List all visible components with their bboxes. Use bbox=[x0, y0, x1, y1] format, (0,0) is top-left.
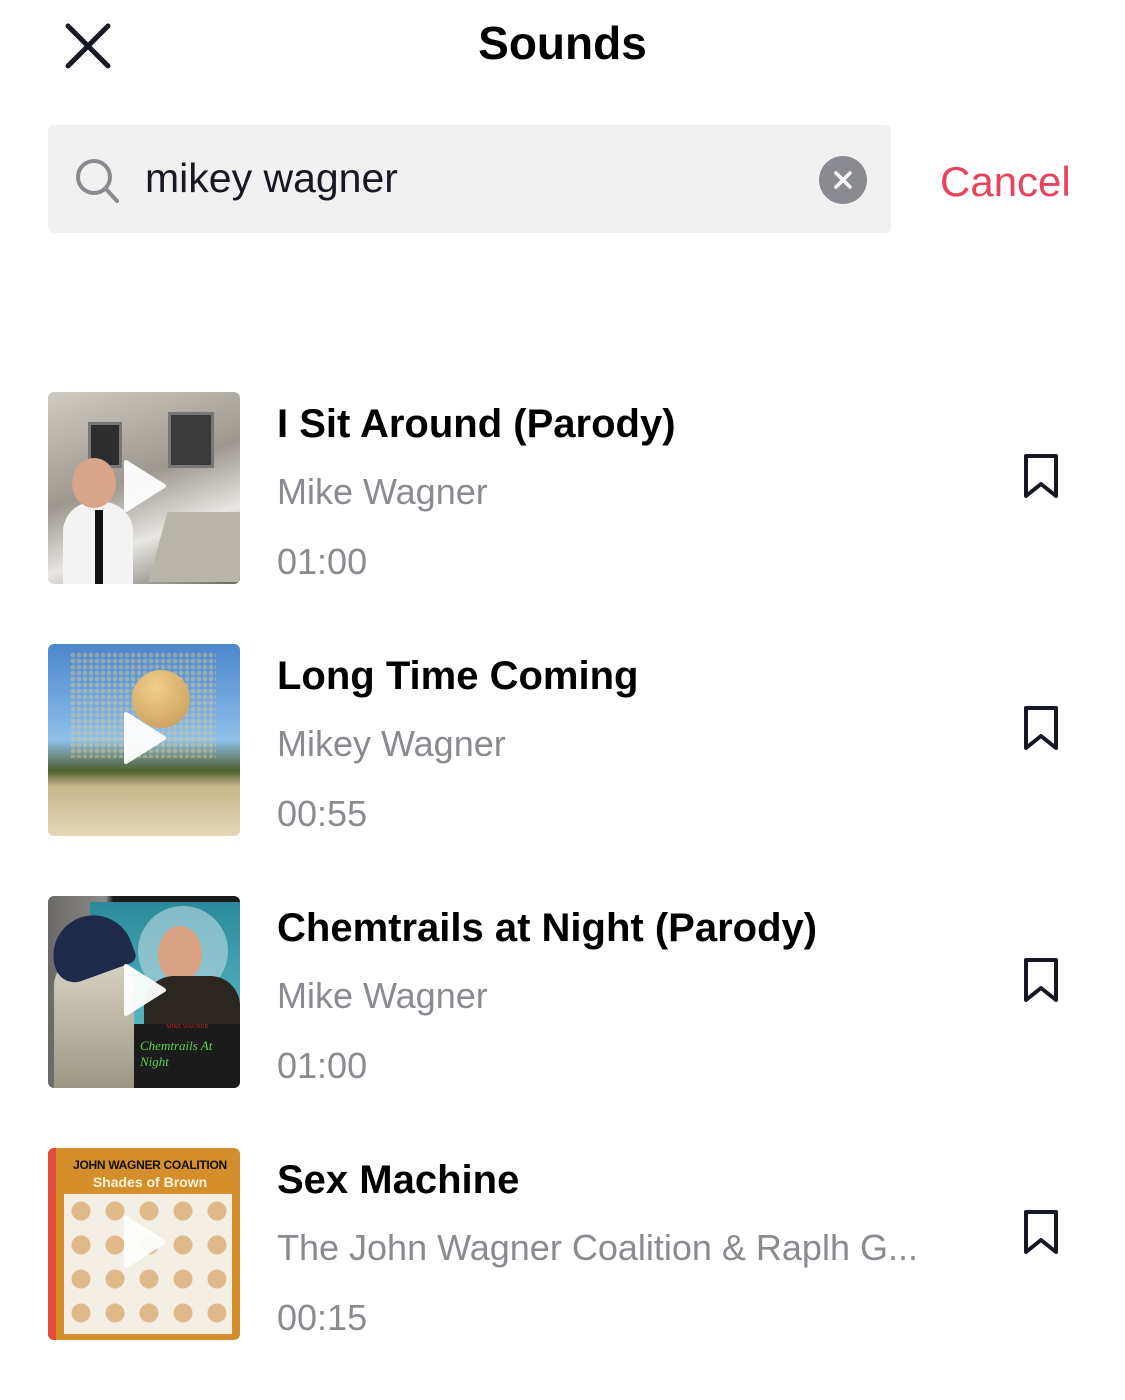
cover-title-text: Shades of Brown bbox=[62, 1174, 238, 1190]
duration: 01:00 bbox=[277, 1045, 367, 1087]
search-icon bbox=[72, 155, 122, 205]
page-title: Sounds bbox=[0, 16, 1125, 70]
clear-icon bbox=[833, 170, 853, 190]
play-icon bbox=[122, 1214, 168, 1270]
search-input[interactable] bbox=[145, 148, 795, 208]
bookmark-button[interactable] bbox=[1020, 1208, 1062, 1258]
play-icon bbox=[122, 710, 168, 766]
artist-name: The John Wagner Coalition & Raplh G... bbox=[277, 1227, 947, 1269]
artist-name: Mikey Wagner bbox=[277, 723, 947, 765]
song-title[interactable]: Sex Machine bbox=[277, 1158, 519, 1203]
sound-results-list: I Sit Around (Parody) Mike Wagner 01:00 … bbox=[0, 392, 1125, 1400]
artist-name: Mike Wagner bbox=[277, 975, 947, 1017]
play-icon bbox=[122, 962, 168, 1018]
cover-artist-text: MIKE WAGNER bbox=[166, 1024, 208, 1030]
cover-thumbnail[interactable]: JOHN WAGNER COALITION Shades of Brown bbox=[48, 1148, 240, 1340]
sound-result-row[interactable]: MIKE WAGNER Chemtrails At Night Chemtrai… bbox=[0, 896, 1125, 1148]
sound-result-row[interactable]: I Sit Around (Parody) Mike Wagner 01:00 bbox=[0, 392, 1125, 644]
cover-thumbnail[interactable] bbox=[48, 644, 240, 836]
cover-artist-text: JOHN WAGNER COALITION bbox=[62, 1158, 238, 1172]
header: Sounds bbox=[0, 0, 1125, 92]
duration: 01:00 bbox=[277, 541, 367, 583]
song-title[interactable]: Chemtrails at Night (Parody) bbox=[277, 906, 817, 951]
bookmark-icon bbox=[1020, 956, 1062, 1006]
cover-title-text: Chemtrails At Night bbox=[140, 1038, 240, 1070]
bookmark-button[interactable] bbox=[1020, 704, 1062, 754]
bookmark-button[interactable] bbox=[1020, 452, 1062, 502]
cancel-button[interactable]: Cancel bbox=[940, 158, 1071, 206]
cover-thumbnail[interactable] bbox=[48, 392, 240, 584]
bookmark-icon bbox=[1020, 452, 1062, 502]
song-title[interactable]: Long Time Coming bbox=[277, 654, 638, 699]
clear-search-button[interactable] bbox=[819, 156, 867, 204]
song-title[interactable]: I Sit Around (Parody) bbox=[277, 402, 676, 447]
bookmark-button[interactable] bbox=[1020, 956, 1062, 1006]
bookmark-icon bbox=[1020, 704, 1062, 754]
bookmark-icon bbox=[1020, 1208, 1062, 1258]
sound-result-row[interactable]: Long Time Coming Mikey Wagner 00:55 bbox=[0, 644, 1125, 896]
play-icon bbox=[122, 458, 168, 514]
duration: 00:15 bbox=[277, 1297, 367, 1339]
duration: 00:55 bbox=[277, 793, 367, 835]
sound-result-row[interactable]: JOHN WAGNER COALITION Shades of Brown Se… bbox=[0, 1148, 1125, 1400]
cover-thumbnail[interactable]: MIKE WAGNER Chemtrails At Night bbox=[48, 896, 240, 1088]
artist-name: Mike Wagner bbox=[277, 471, 947, 513]
